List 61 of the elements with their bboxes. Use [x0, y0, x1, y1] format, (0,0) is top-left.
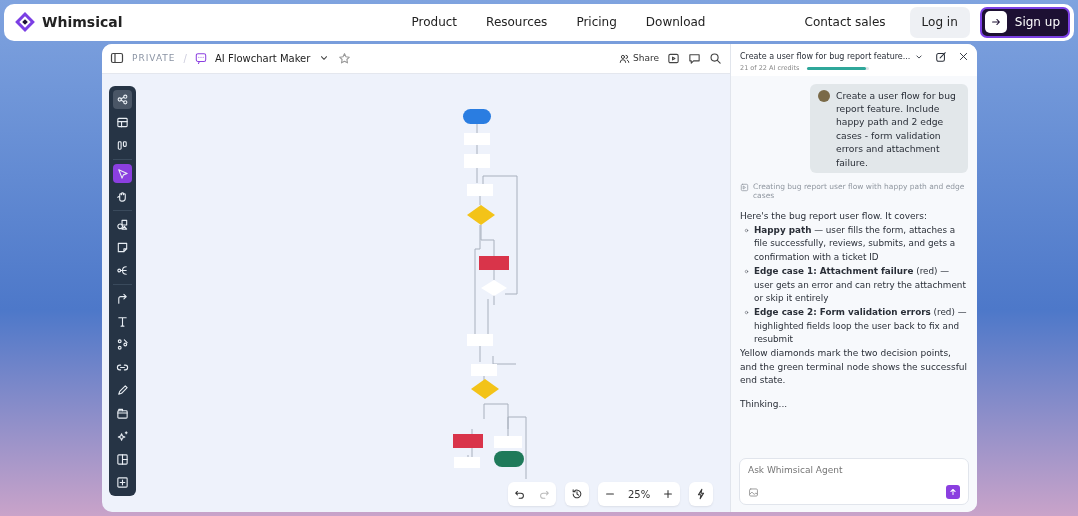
zoom-level: 25% [627, 488, 652, 500]
table-icon [116, 115, 129, 129]
send-arrow-icon [947, 486, 959, 498]
comment-icon [688, 51, 701, 65]
chat-composer[interactable]: Ask Whimsical Agent [739, 458, 969, 505]
pointer-icon [116, 166, 129, 180]
people-icon [619, 52, 630, 64]
board-title: AI Flowchart Maker [214, 52, 311, 64]
folder-icon [116, 406, 129, 420]
brand-name: Whimsical [42, 14, 123, 31]
connector-icon [116, 291, 129, 305]
new-chat-icon [935, 50, 948, 63]
breadcrumb-separator: / [183, 52, 187, 64]
tool-button[interactable] [113, 89, 132, 109]
present-icon [667, 51, 680, 65]
hand-icon [116, 189, 129, 203]
avatar [818, 89, 830, 102]
nav-link[interactable]: Pricing [576, 15, 617, 30]
redo-icon [538, 488, 550, 500]
tool-button[interactable] [113, 163, 132, 183]
bullet-icon [744, 227, 749, 233]
diagram-icon [116, 92, 129, 106]
login-button[interactable]: Log in [909, 6, 970, 38]
star-icon [338, 51, 352, 65]
nav-link[interactable]: Download [645, 15, 706, 30]
text-icon [116, 314, 129, 328]
response-summary: Yellow diamonds mark the two decision points, and the green terminal node shows the successful end state. [740, 347, 968, 388]
plus-icon [662, 488, 675, 500]
contact-sales-link[interactable]: Contact sales [804, 15, 886, 30]
sticky-note-icon [116, 240, 129, 254]
nav-link[interactable]: Resources [486, 15, 548, 30]
sidebar-toggle-icon [110, 51, 124, 66]
response-intro: Here's the bug report user flow. It covers: [740, 210, 929, 223]
shapes-icon [116, 217, 129, 231]
branch-icon [116, 263, 129, 277]
response-bullet: Edge case 2: Form validation errors (red) — highlighted fields loop the user back to fix and resubmit [754, 305, 968, 347]
close-icon [958, 51, 969, 63]
kanban-icon [116, 138, 129, 152]
mind-map-icon [116, 337, 129, 351]
history-icon [571, 488, 583, 500]
task-icon [740, 183, 749, 192]
chat-title: Create a user flow for bug report feature... [740, 50, 911, 63]
chat-input[interactable]: Ask Whimsical Agent [748, 464, 960, 478]
response-bullet: Happy path — user fills the form, attaches a file successfully, reviews, submits, and gets a confirmation with a ticket ID [754, 223, 957, 265]
thinking-label: Thinking... [740, 398, 789, 412]
sparkle-icon [116, 429, 129, 443]
pencil-icon [116, 383, 129, 397]
board-icon [194, 52, 207, 65]
plus-square-icon [116, 475, 129, 489]
share-button[interactable]: Share [619, 52, 659, 64]
signup-button[interactable]: Sign up [979, 6, 1070, 38]
search-icon [709, 51, 722, 65]
undo-icon [514, 488, 526, 500]
bullet-icon [744, 268, 749, 274]
send-button[interactable] [946, 485, 960, 499]
layout-icon [116, 452, 129, 466]
user-message: Create a user flow for bug report feature. Include happy path and 2 edge cases - form validation errors and attachment failure. [836, 88, 957, 169]
image-icon [748, 486, 759, 498]
response-bullet: Edge case 1: Attachment failure (red) — user gets an error and can retry the attachment or skip it entirely [754, 264, 967, 306]
nav-link[interactable]: Product [411, 15, 458, 30]
bullet-icon [744, 309, 749, 315]
